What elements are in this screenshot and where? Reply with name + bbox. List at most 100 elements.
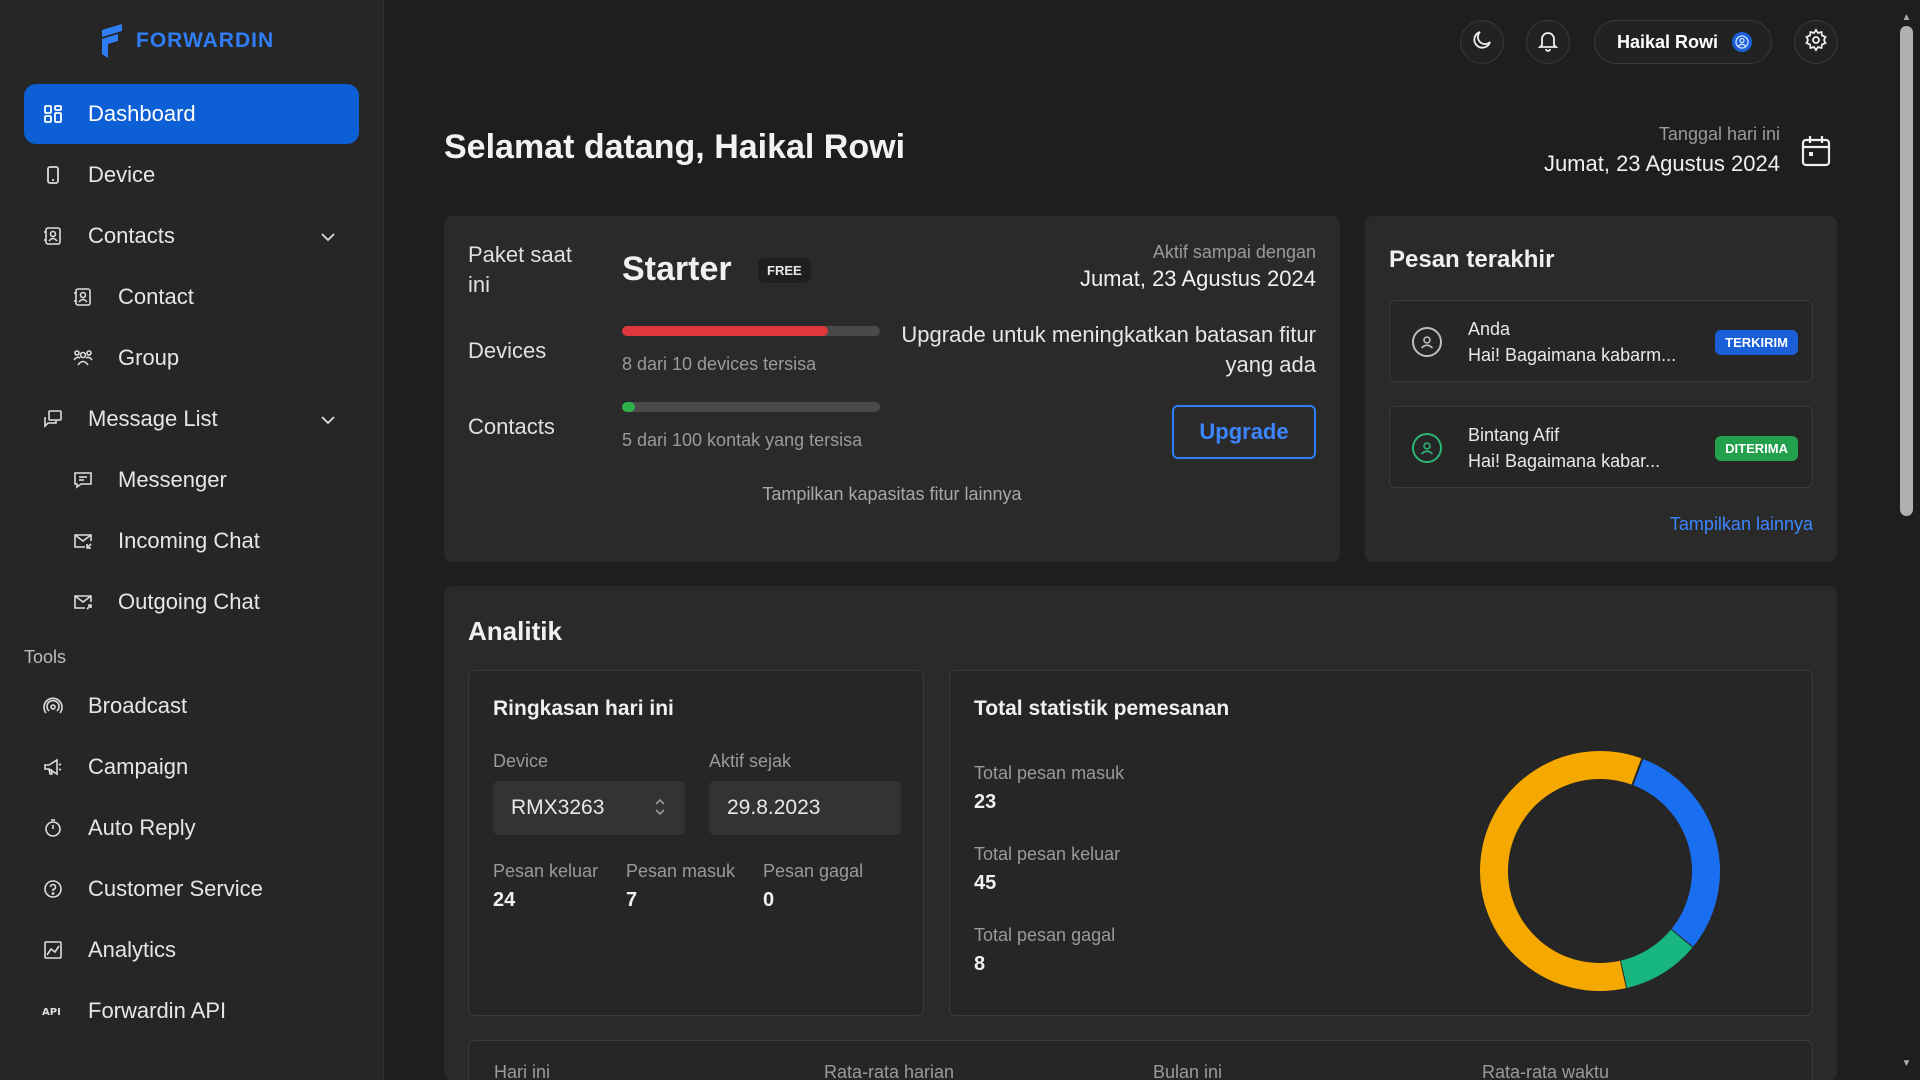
status-badge: TERKIRIM [1715,330,1798,355]
sidebar-item-campaign[interactable]: Campaign [24,737,359,797]
svg-text:API: API [42,1007,61,1018]
devices-progress-fill [622,326,829,336]
user-avatar-icon [1412,433,1442,463]
analytics-title: Analitik [468,616,562,646]
recent-messages-title: Pesan terakhir [1389,246,1555,273]
message-sender: Bintang Afif [1468,425,1560,445]
total-failed-value: 8 [974,953,986,975]
outgoing-label: Pesan keluar [493,861,599,881]
daily-summary-panel: Ringkasan hari ini Device RMX3263 Aktif … [468,670,924,1016]
plan-name: Starter [622,250,732,288]
sidebar-item-label: Forwardin API [88,998,227,1023]
contacts-label: Contacts [468,414,555,439]
total-failed-label: Total pesan gagal [974,925,1116,945]
sidebar-item-dashboard[interactable]: Dashboard [24,84,359,144]
date-value: Jumat, 23 Agustus 2024 [1543,151,1780,176]
sidebar-item-device[interactable]: Device [24,145,359,205]
sidebar-item-label: Message List [88,406,218,431]
date-label: Tanggal hari ini [1658,124,1780,144]
sidebar-item-messenger[interactable]: Messenger [24,450,359,510]
today-date-block: Tanggal hari ini Jumat, 23 Agustus 2024 [1544,124,1780,177]
failed-label: Pesan gagal [763,861,864,881]
contacts-progress-fill [622,402,635,412]
plan-label: Paket saat ini [468,240,572,300]
devices-label: Devices [468,338,547,363]
help-icon [42,878,64,900]
sidebar-item-contact[interactable]: Contact [24,267,359,327]
chevron-down-icon[interactable] [319,409,337,435]
device-select[interactable]: RMX3263 [493,781,685,835]
message-item[interactable]: Bintang Afif Hai! Bagaimana kabar... DIT… [1389,406,1813,488]
settings-button[interactable] [1794,20,1838,64]
sidebar-item-label: Broadcast [88,693,188,718]
total-outgoing-value: 45 [974,872,997,894]
active-until-date: Jumat, 23 Agustus 2024 [1079,266,1316,291]
show-more-messages-link[interactable]: Tampilkan lainnya [1670,514,1813,535]
total-outgoing-label: Total pesan keluar [974,844,1121,864]
user-name: Haikal Rowi [1617,31,1719,52]
active-since-field: 29.8.2023 [709,781,901,835]
brand-logo[interactable]: FORWARDIN [98,24,274,58]
sidebar-item-group[interactable]: Group [24,328,359,388]
contacts-remaining-text: 5 dari 100 kontak yang tersisa [622,430,863,450]
sidebar-item-message-list[interactable]: Message List [24,389,359,449]
sidebar-item-label: Auto Reply [88,815,196,840]
upgrade-description: Upgrade untuk meningkatkan batasan fitur… [901,322,1316,377]
sidebar-item-forwardin-api[interactable]: API Forwardin API [24,981,359,1041]
sidebar-item-customer-service[interactable]: Customer Service [24,859,359,919]
page-title: Selamat datang, Haikal Rowi [444,128,906,166]
calendar-icon[interactable] [1800,134,1832,173]
tools-section-label: Tools [24,647,67,667]
sidebar-item-incoming-chat[interactable]: Incoming Chat [24,511,359,571]
sidebar-nav: Dashboard Device Contacts Contact Group … [24,84,359,1042]
timer-icon [42,817,64,839]
period-label-daily-avg: Rata-rata harian [824,1062,955,1080]
scroll-up-arrow[interactable]: ▲ [1900,12,1913,24]
device-select-value: RMX3263 [511,796,605,819]
mail-out-icon [72,591,94,613]
upgrade-button[interactable]: Upgrade [1172,405,1316,459]
show-more-capacity-link[interactable]: Tampilkan kapasitas fitur lainnya [444,484,1340,505]
message-preview: Hai! Bagaimana kabar... [1468,451,1661,471]
sidebar-item-analytics[interactable]: Analytics [24,920,359,980]
period-stats-panel [468,1040,1813,1080]
active-since-label: Aktif sejak [709,751,792,771]
sidebar-item-label: Incoming Chat [118,528,260,553]
sidebar-item-contacts[interactable]: Contacts [24,206,359,266]
contacts-progress-bar [622,402,880,412]
outgoing-value: 24 [493,889,516,911]
contact-card-icon [72,286,94,308]
sidebar-item-label: Group [118,345,180,370]
sidebar-item-label: Contact [118,284,194,309]
plan-badge: FREE [758,258,811,283]
devices-progress-bar [622,326,880,336]
scroll-down-arrow[interactable]: ▼ [1900,1058,1913,1070]
total-stats-title: Total statistik pemesanan [974,697,1230,720]
sidebar-item-broadcast[interactable]: Broadcast [24,676,359,736]
status-badge: DITERIMA [1715,436,1798,461]
sidebar-item-outgoing-chat[interactable]: Outgoing Chat [24,572,359,632]
sidebar-item-auto-reply[interactable]: Auto Reply [24,798,359,858]
message-stats-donut-chart [1480,751,1720,991]
sidebar-item-label: Device [88,162,156,187]
failed-value: 0 [763,889,775,911]
user-menu-button[interactable]: Haikal Rowi [1594,20,1772,64]
mail-in-icon [72,530,94,552]
message-preview: Hai! Bagaimana kabarm... [1468,345,1677,365]
total-stats-panel: Total statistik pemesanan Total pesan ma… [949,670,1813,1016]
dark-mode-toggle[interactable] [1460,20,1504,64]
chevron-down-icon[interactable] [319,226,337,252]
message-item[interactable]: Anda Hai! Bagaimana kabarm... TERKIRIM [1389,300,1813,382]
period-label-avg-time: Rata-rata waktu [1482,1062,1610,1080]
messages-icon [42,408,64,430]
broadcast-icon [42,695,64,717]
user-avatar-icon [1732,32,1753,52]
notifications-button[interactable] [1526,20,1570,64]
gear-icon [1804,27,1828,57]
analytics-card: Analitik Ringkasan hari ini Device RMX32… [444,586,1837,1080]
sidebar-item-label: Dashboard [88,101,196,126]
donut-slice-0 [1632,758,1720,948]
moon-icon [1470,28,1494,57]
page-scrollbar[interactable] [1900,26,1913,516]
chart-icon [42,939,64,961]
